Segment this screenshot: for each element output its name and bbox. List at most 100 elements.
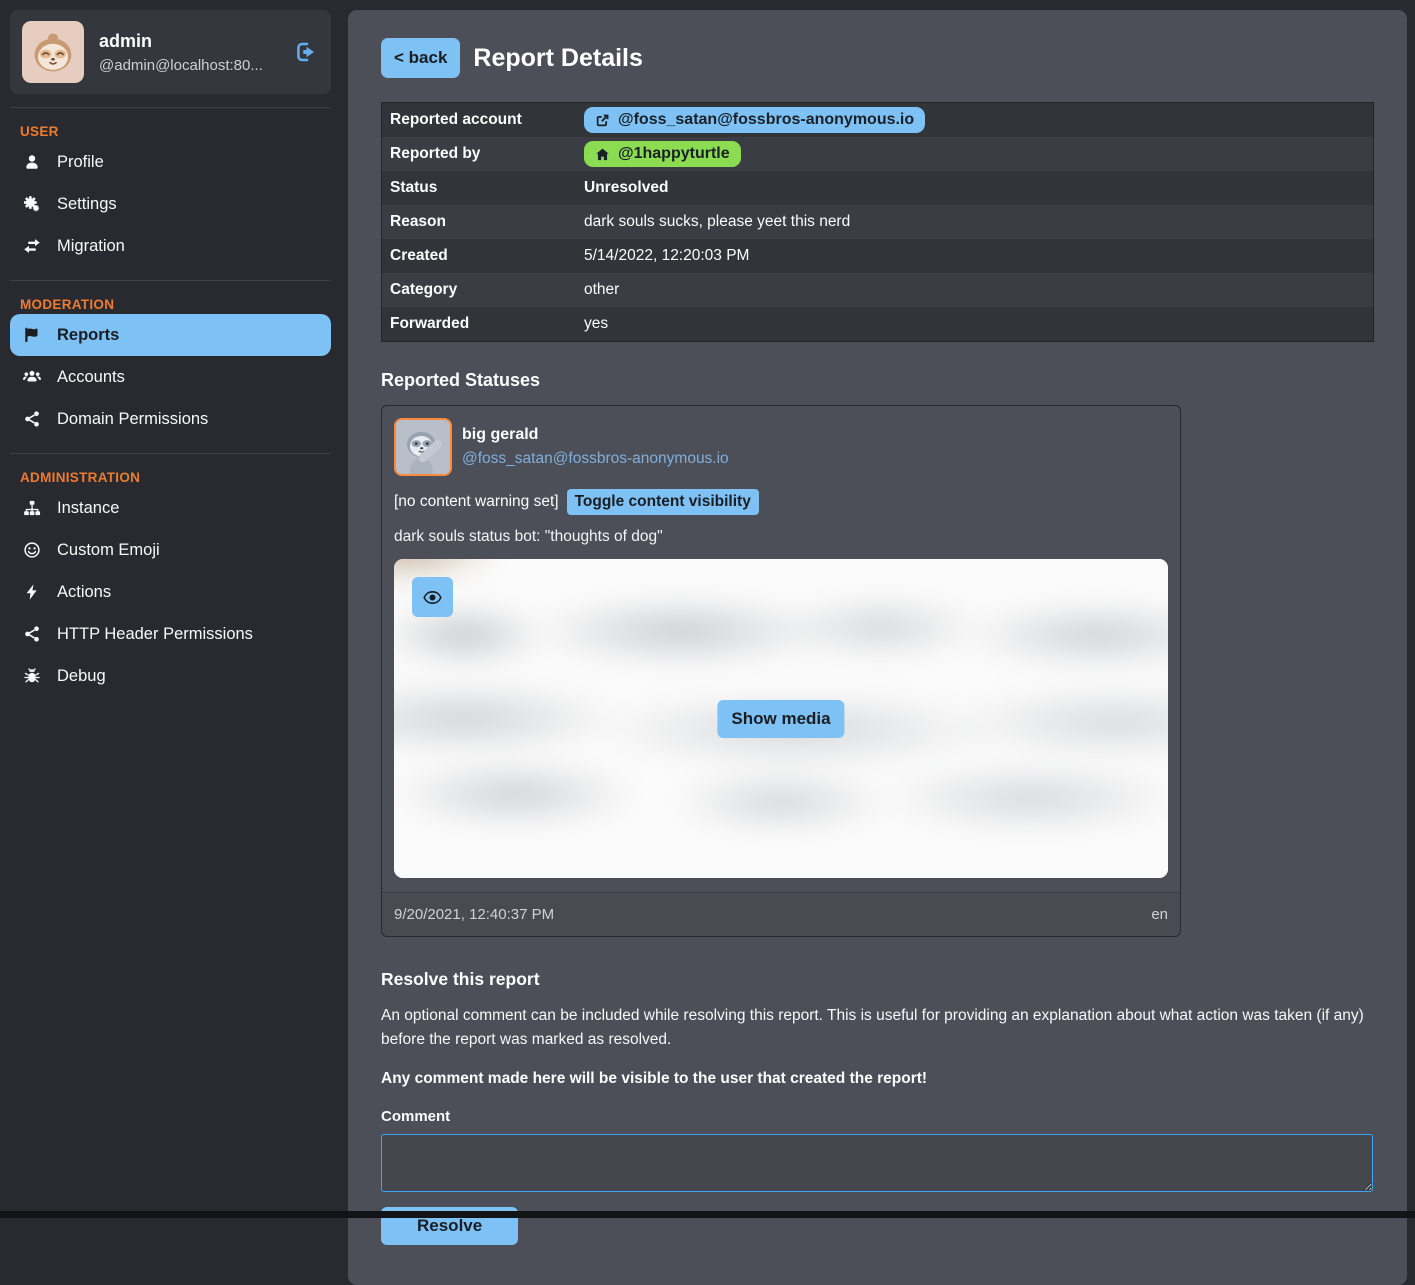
user-card[interactable]: admin @admin@localhost:80...: [10, 10, 331, 94]
sidebar-item-reports[interactable]: Reports: [10, 314, 331, 356]
content-warning-label: [no content warning set]: [394, 493, 559, 511]
comment-label: Comment: [381, 1108, 1374, 1125]
sitemap-icon: [22, 498, 42, 518]
sidebar-item-label: Migration: [57, 237, 125, 256]
reason-value: dark souls sucks, please yeet this nerd: [584, 209, 858, 235]
sidebar-item-label: Accounts: [57, 368, 125, 387]
sidebar-item-label: Actions: [57, 583, 111, 602]
smiley-icon: [22, 540, 42, 560]
page-header: < back Report Details: [381, 38, 1374, 78]
reported-by-pill[interactable]: @1happyturtle: [584, 141, 741, 167]
comment-input[interactable]: [381, 1134, 1373, 1192]
back-button[interactable]: < back: [381, 38, 460, 78]
table-row: Reason dark souls sucks, please yeet thi…: [382, 205, 1373, 239]
logout-icon[interactable]: [293, 39, 319, 65]
sidebar-item-label: Reports: [57, 326, 119, 345]
status-timestamp: 9/20/2021, 12:40:37 PM: [394, 906, 554, 923]
sidebar-item-settings[interactable]: Settings: [10, 183, 331, 225]
bottom-strip: [0, 1211, 1415, 1218]
sidebar-item-instance[interactable]: Instance: [10, 487, 331, 529]
table-row: Category other: [382, 273, 1373, 307]
resolve-warning: Any comment made here will be visible to…: [381, 1070, 1374, 1088]
table-row: Reported by @1happyturtle: [382, 137, 1373, 171]
reported-account-pill[interactable]: @foss_satan@fossbros-anonymous.io: [584, 107, 925, 133]
sidebar-item-custom-emoji[interactable]: Custom Emoji: [10, 529, 331, 571]
user-info: admin @admin@localhost:80...: [99, 31, 278, 74]
forwarded-value: yes: [584, 311, 616, 337]
sidebar-item-label: Settings: [57, 195, 117, 214]
user-name: admin: [99, 31, 278, 52]
content-warning-row: [no content warning set] Toggle content …: [394, 489, 1168, 515]
sidebar-item-domain-permissions[interactable]: Domain Permissions: [10, 398, 331, 440]
reported-account-handle: @foss_satan@fossbros-anonymous.io: [618, 111, 914, 129]
reported-by-handle: @1happyturtle: [618, 145, 730, 163]
page-title: Report Details: [473, 44, 642, 73]
sidebar-item-http-header-permissions[interactable]: HTTP Header Permissions: [10, 613, 331, 655]
status-author: big gerald @foss_satan@fossbros-anonymou…: [462, 426, 729, 468]
status-card: big gerald @foss_satan@fossbros-anonymou…: [381, 405, 1181, 937]
sidebar-item-profile[interactable]: Profile: [10, 141, 331, 183]
table-row: Reported account @foss_satan@fossbros-an…: [382, 103, 1373, 137]
resolve-section: Resolve this report An optional comment …: [381, 969, 1374, 1245]
main-panel: < back Report Details Reported account @…: [348, 10, 1407, 1285]
right-left-icon: [22, 236, 42, 256]
bolt-icon: [22, 582, 42, 602]
nav-section-moderation: MODERATION: [10, 291, 331, 314]
divider: [10, 453, 331, 454]
user-handle: @admin@localhost:80...: [99, 57, 278, 74]
flag-icon: [22, 325, 42, 345]
sidebar-item-label: Custom Emoji: [57, 541, 160, 560]
sidebar-item-accounts[interactable]: Accounts: [10, 356, 331, 398]
status-value: Unresolved: [584, 175, 676, 201]
row-label: Reason: [382, 207, 584, 237]
home-icon: [595, 147, 610, 162]
users-icon: [22, 367, 42, 387]
sidebar: admin @admin@localhost:80... USER: [10, 10, 331, 697]
gears-icon: [22, 194, 42, 214]
external-link-icon: [595, 113, 610, 128]
app-root: admin @admin@localhost:80... USER: [0, 0, 1415, 1285]
reported-statuses-heading: Reported Statuses: [381, 370, 1374, 391]
status-language: en: [1151, 906, 1168, 923]
user-icon: [22, 152, 42, 172]
bug-icon: [22, 666, 42, 686]
table-row: Status Unresolved: [382, 171, 1373, 205]
sidebar-nav: USER Profile: [10, 118, 331, 697]
status-display-name: big gerald: [462, 426, 729, 444]
status-media[interactable]: Show media: [394, 559, 1168, 878]
resolve-heading: Resolve this report: [381, 969, 1374, 990]
sidebar-item-label: Instance: [57, 499, 119, 518]
report-details-table: Reported account @foss_satan@fossbros-an…: [381, 102, 1374, 342]
row-label: Reported account: [382, 105, 584, 135]
sidebar-item-label: Debug: [57, 667, 106, 686]
avatar: [22, 21, 84, 83]
status-header: big gerald @foss_satan@fossbros-anonymou…: [394, 418, 1168, 476]
show-media-button[interactable]: Show media: [717, 700, 844, 738]
toggle-content-visibility-button[interactable]: Toggle content visibility: [567, 489, 759, 515]
media-sensitive-toggle-button[interactable]: [412, 577, 453, 617]
sidebar-item-label: Profile: [57, 153, 104, 172]
share-nodes-icon: [22, 624, 42, 644]
status-avatar: [394, 418, 452, 476]
category-value: other: [584, 277, 627, 303]
row-label: Forwarded: [382, 309, 584, 339]
divider: [10, 280, 331, 281]
created-value: 5/14/2022, 12:20:03 PM: [584, 243, 757, 269]
sidebar-item-debug[interactable]: Debug: [10, 655, 331, 697]
nav-section-user: USER: [10, 118, 331, 141]
table-row: Forwarded yes: [382, 307, 1373, 341]
sidebar-item-actions[interactable]: Actions: [10, 571, 331, 613]
table-row: Created 5/14/2022, 12:20:03 PM: [382, 239, 1373, 273]
row-label: Category: [382, 275, 584, 305]
status-footer: 9/20/2021, 12:40:37 PM en: [382, 892, 1180, 936]
status-content: dark souls status bot: "thoughts of dog": [394, 528, 1168, 546]
sidebar-item-label: HTTP Header Permissions: [57, 625, 253, 644]
nav-section-administration: ADMINISTRATION: [10, 464, 331, 487]
eye-icon: [423, 588, 442, 607]
sidebar-item-migration[interactable]: Migration: [10, 225, 331, 267]
row-label: Status: [382, 173, 584, 203]
row-label: Reported by: [382, 139, 584, 169]
status-handle[interactable]: @foss_satan@fossbros-anonymous.io: [462, 450, 729, 468]
resolve-description: An optional comment can be included whil…: [381, 1004, 1374, 1052]
divider: [10, 107, 331, 108]
